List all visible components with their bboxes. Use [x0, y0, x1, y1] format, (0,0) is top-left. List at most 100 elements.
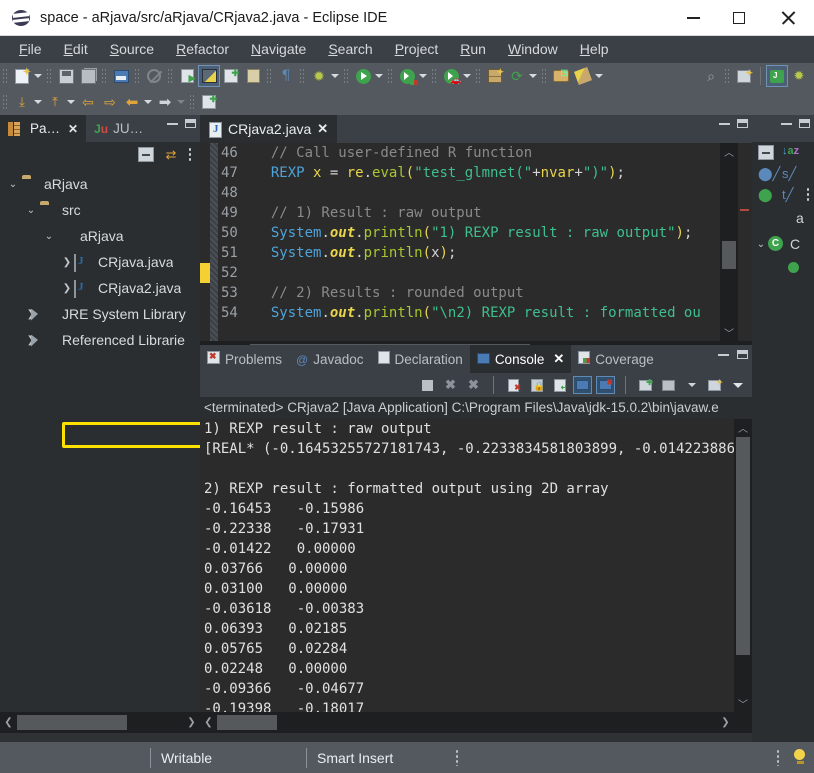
scroll-down-icon[interactable]: ﹀: [734, 695, 752, 712]
chevron-down-icon[interactable]: ⌄: [754, 239, 768, 250]
new-wizard-icon[interactable]: ✦: [12, 66, 32, 86]
hide-nonpublic-icon[interactable]: ⬤: [758, 187, 774, 202]
toolbar-grip[interactable]: [387, 67, 394, 85]
run-dropdown-icon[interactable]: [374, 67, 383, 85]
tree-item[interactable]: ⌄ aRjava: [0, 223, 200, 249]
maximize-button[interactable]: [716, 0, 762, 36]
outline-item[interactable]: a: [752, 205, 814, 231]
menu-item-run[interactable]: Run: [449, 36, 497, 63]
toolbar-grip[interactable]: [101, 67, 108, 85]
toolbar-grip[interactable]: [475, 67, 482, 85]
refresh-icon[interactable]: ⟳: [507, 66, 527, 86]
toolbar-grip[interactable]: [189, 93, 196, 111]
terminate-icon[interactable]: [419, 377, 436, 393]
display-selected-console-icon[interactable]: [660, 377, 677, 393]
toolbar-grip[interactable]: [724, 67, 731, 85]
refresh-dropdown-icon[interactable]: [528, 67, 537, 85]
tab-package-explorer[interactable]: Pa… ✕: [0, 115, 87, 142]
menu-item-refactor[interactable]: Refactor: [165, 36, 240, 63]
outline-item[interactable]: ⌄ C C: [752, 231, 814, 257]
toolbar-grip[interactable]: [134, 67, 141, 85]
menu-item-source[interactable]: Source: [99, 36, 165, 63]
tree-item[interactable]: ❯ JRE System Library: [0, 301, 200, 327]
overview-ruler[interactable]: [738, 143, 752, 341]
scroll-right-icon[interactable]: ❯: [717, 717, 734, 728]
toolbar-grip[interactable]: [431, 67, 438, 85]
vscroll-thumb[interactable]: [722, 241, 736, 269]
minimize-editor-icon[interactable]: [719, 122, 730, 125]
console-hscrollbar[interactable]: ❮ ❯: [200, 712, 752, 733]
outline-tree[interactable]: a ⌄ C C: [752, 205, 814, 750]
back-icon[interactable]: ⬅: [122, 92, 142, 112]
save-all-icon[interactable]: [78, 66, 98, 86]
toolbar-grip[interactable]: [2, 93, 9, 111]
chevron-down-icon[interactable]: ⌄: [24, 205, 38, 216]
minimize-console-icon[interactable]: [718, 353, 729, 356]
link-with-editor-icon[interactable]: ⇄: [163, 147, 179, 162]
menu-item-project[interactable]: Project: [384, 36, 450, 63]
tab-javadoc[interactable]: @ Javadoc: [289, 345, 370, 373]
scroll-left-icon[interactable]: ❮: [0, 717, 17, 728]
close-button[interactable]: [762, 0, 814, 36]
scroll-right-icon[interactable]: ❯: [183, 717, 200, 728]
view-menu-icon[interactable]: [188, 147, 192, 162]
console-vscrollbar[interactable]: ︿ ﹀: [734, 419, 752, 712]
quick-access-search-icon[interactable]: ⌕: [701, 66, 721, 86]
open-type-icon[interactable]: ▶: [177, 66, 197, 86]
minimize-button[interactable]: [670, 0, 716, 36]
menu-item-file[interactable]: File: [8, 36, 53, 63]
toolbar-grip[interactable]: [299, 67, 306, 85]
quick-fix-bulb-icon[interactable]: [794, 749, 806, 765]
back-edit-icon[interactable]: ⇦: [78, 92, 98, 112]
open-task-icon[interactable]: [243, 66, 263, 86]
forward-dropdown-icon[interactable]: [176, 93, 185, 111]
collapse-all-icon[interactable]: [758, 145, 774, 160]
tree-item[interactable]: ⌄ src: [0, 197, 200, 223]
sort-icon[interactable]: ↓az: [782, 145, 799, 160]
toolbar-grip[interactable]: [266, 67, 273, 85]
minimize-outline-icon[interactable]: [781, 122, 792, 125]
no-entry-icon[interactable]: [144, 66, 164, 86]
tree-item[interactable]: ⌄ aRjava: [0, 171, 200, 197]
vscroll-thumb[interactable]: [736, 437, 750, 655]
next-annotation-icon[interactable]: ⤒: [45, 92, 65, 112]
tree-item[interactable]: ❯ CRjava2.java: [0, 275, 200, 301]
new-java-package-icon[interactable]: ✚: [221, 66, 241, 86]
toolbar-grip[interactable]: [2, 67, 9, 85]
collapse-all-icon[interactable]: [138, 147, 154, 162]
close-icon[interactable]: ✕: [68, 122, 78, 136]
open-console-icon[interactable]: ✦: [706, 377, 723, 393]
menu-item-help[interactable]: Help: [569, 36, 620, 63]
debug-dropdown-icon[interactable]: [330, 67, 339, 85]
tree-item[interactable]: ❯ CRjava.java: [0, 249, 200, 275]
annotation-ruler[interactable]: [200, 143, 210, 341]
tree-item[interactable]: ❯ Referenced Librarie: [0, 327, 200, 353]
back-dropdown-icon[interactable]: [143, 93, 152, 111]
remove-launch-icon[interactable]: ✖: [442, 377, 459, 393]
menu-item-edit[interactable]: Edit: [53, 36, 99, 63]
quick-access-pencil-icon[interactable]: [573, 66, 593, 86]
menu-item-search[interactable]: Search: [317, 36, 383, 63]
run-icon[interactable]: [353, 66, 373, 86]
profile-icon[interactable]: 🚗: [441, 66, 462, 86]
menu-item-window[interactable]: Window: [497, 36, 569, 63]
toolbar-grip[interactable]: [167, 67, 174, 85]
save-icon[interactable]: [56, 66, 76, 86]
scroll-up-icon[interactable]: ︿: [720, 143, 738, 160]
hide-local-types-icon[interactable]: t╱: [782, 187, 798, 202]
debug-perspective-icon[interactable]: ✹: [789, 66, 809, 86]
chevron-right-icon[interactable]: ❯: [60, 283, 74, 294]
next-annotation-dropdown-icon[interactable]: [66, 93, 75, 111]
show-console-on-error-icon[interactable]: ✖: [596, 376, 615, 394]
hscroll-thumb[interactable]: [217, 715, 277, 730]
print-icon[interactable]: [111, 66, 131, 86]
previous-annotation-icon[interactable]: ⤓: [12, 92, 32, 112]
toolbar-grip[interactable]: [541, 67, 548, 85]
show-whitespace-icon[interactable]: ¶: [276, 66, 296, 86]
previous-annotation-dropdown-icon[interactable]: [33, 93, 42, 111]
forward-edit-icon[interactable]: ⇨: [100, 92, 120, 112]
pin-console-icon[interactable]: ✚: [637, 377, 654, 393]
open-resource-icon[interactable]: ◳: [551, 66, 571, 86]
maximize-console-icon[interactable]: [737, 350, 748, 359]
close-icon[interactable]: ✕: [553, 351, 564, 367]
